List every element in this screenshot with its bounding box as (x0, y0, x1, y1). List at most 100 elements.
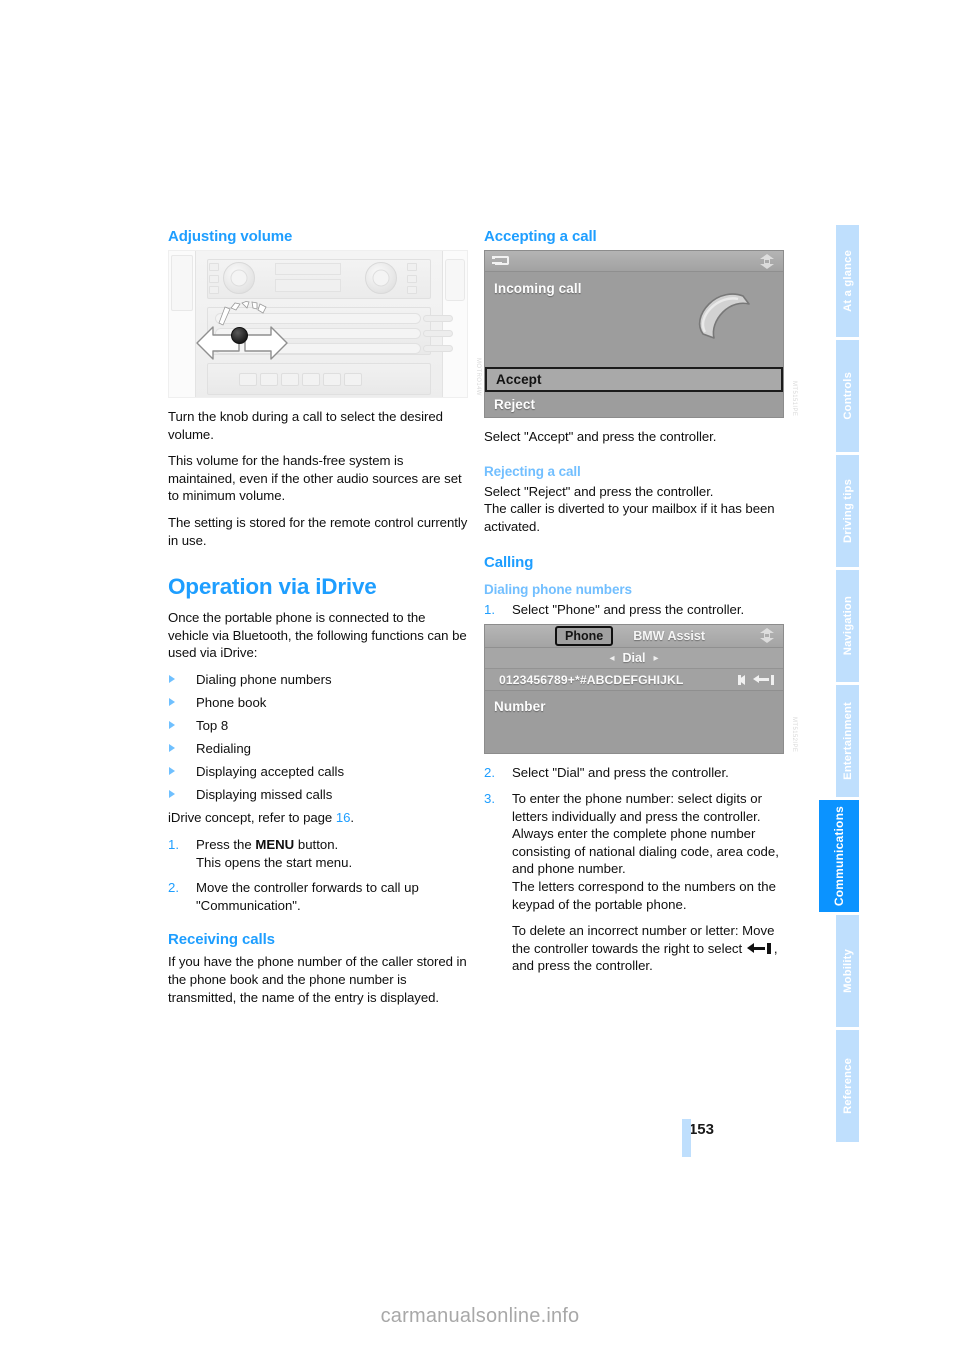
sidebar-item-navigation[interactable]: Navigation (836, 570, 859, 682)
manual-page: Adjusting volume MOTRO14W Turn the knob … (0, 0, 960, 1358)
left-column: Adjusting volume MOTRO14W Turn the knob … (168, 228, 481, 1015)
step-number: 2. (168, 880, 179, 896)
reject-option-row[interactable]: Reject (485, 392, 783, 417)
idrive-concept-prefix: iDrive concept, refer to page (168, 810, 336, 826)
sidebar-item-reference[interactable]: Reference (836, 1030, 859, 1142)
sidebar-item-mobility[interactable]: Mobility (836, 915, 859, 1027)
figure-code-dial-screen: MT5152IPE (791, 717, 797, 753)
list-item: 2. Select "Dial" and press the controlle… (484, 764, 784, 782)
delete-note-before: To delete an incorrect number or letter:… (512, 923, 775, 956)
bullet-triangle-icon (169, 697, 175, 706)
page-reference-link[interactable]: 16 (336, 810, 351, 825)
paragraph-turn-knob: Turn the knob during a call to select th… (168, 409, 443, 442)
number-label: Number (494, 699, 546, 715)
back-arrow-icon[interactable] (492, 255, 509, 267)
heading-accepting-a-call: Accepting a call (484, 228, 597, 245)
idrive-titlebar (485, 251, 783, 272)
sidebar-item-label: Reference (841, 1058, 854, 1114)
paragraph-setting-stored: The setting is stored for the remote con… (168, 514, 468, 548)
list-item: 2. Move the controller forwards to call … (168, 879, 468, 914)
number-entry-area[interactable]: Number (485, 691, 783, 754)
idrive-functions-list: Dialing phone numbers Phone book Top 8 R… (168, 671, 468, 804)
character-strip[interactable]: 0123456789+*#ABCDEFGHIJKL (499, 673, 683, 687)
step-text: Select "Dial" and press the controller. (512, 765, 729, 781)
bullet-triangle-icon (169, 790, 175, 799)
character-strip-row[interactable]: 0123456789+*#ABCDEFGHIJKL (485, 669, 783, 692)
heading-calling: Calling (484, 553, 534, 571)
backspace-icon (746, 942, 773, 954)
sidebar-item-communications[interactable]: Communications (819, 800, 859, 912)
idrive-dial-screen: Phone BMW Assist ◂ Dial ▸ 0123456789+*#A… (484, 624, 784, 755)
step-text-before: Press the (196, 836, 256, 852)
sidebar-item-label: Navigation (841, 596, 854, 656)
console-illustration (168, 250, 468, 398)
dialing-steps-list-part1: 1. Select "Phone" and press the controll… (484, 601, 784, 619)
list-item-label: Redialing (196, 741, 251, 757)
dial-selector-row[interactable]: ◂ Dial ▸ (485, 648, 783, 670)
list-item: Redialing (168, 740, 468, 758)
step-text: Move the controller forwards to call up … (196, 880, 419, 913)
list-item: Top 8 (168, 717, 468, 735)
list-item-label: Top 8 (196, 718, 229, 733)
sidebar-item-label: At a glance (841, 250, 854, 312)
list-item-label: Displaying accepted calls (196, 764, 345, 780)
figure-dial-screen: Phone BMW Assist ◂ Dial ▸ 0123456789+*#A… (484, 624, 797, 755)
sidebar-item-label: Controls (841, 372, 854, 420)
accept-option-row[interactable]: Accept (485, 367, 783, 392)
tab-phone[interactable]: Phone (555, 626, 614, 647)
paragraph-accept-instruction: Select "Accept" and press the controller… (484, 429, 717, 444)
heading-adjusting-volume: Adjusting volume (168, 228, 293, 245)
list-item: Dialing phone numbers (168, 671, 468, 689)
sidebar-item-at-a-glance[interactable]: At a glance (836, 225, 859, 337)
sidebar-item-entertainment[interactable]: Entertainment (836, 685, 859, 797)
step-number: 2. (484, 765, 495, 781)
chevron-left-icon[interactable]: ◂ (610, 653, 615, 664)
rotate-right-arrow-icon (244, 326, 288, 360)
idrive-incoming-body: Incoming call (485, 272, 783, 367)
list-item-label: Phone book (196, 694, 267, 710)
list-item: 3. To enter the phone number: select dig… (484, 790, 784, 913)
right-column: Accepting a call Incoming call Accept Re… (484, 228, 797, 983)
step-text-after: button. (294, 836, 339, 852)
heading-operation-via-idrive: Operation via iDrive (168, 574, 377, 600)
list-item: To delete an incorrect number or letter:… (484, 922, 784, 975)
figure-console-photo: MOTRO14W (168, 250, 481, 398)
sidebar-item-label: Mobility (841, 949, 854, 993)
paragraph-receiving-calls: If you have the phone number of the call… (168, 954, 467, 1005)
volume-knob-icon (231, 327, 248, 344)
reject-option-label: Reject (494, 397, 536, 412)
heading-rejecting-a-call: Rejecting a call (484, 463, 581, 479)
sidebar-item-controls[interactable]: Controls (836, 340, 859, 452)
step-number: 1. (168, 836, 179, 852)
backspace-icon[interactable] (753, 674, 775, 685)
list-item: Displaying accepted calls (168, 763, 468, 781)
page-number: 153 (688, 1121, 714, 1138)
split-screen-icon[interactable] (758, 627, 776, 644)
tab-bmw-assist[interactable]: BMW Assist (625, 628, 713, 644)
sidebar-item-driving-tips[interactable]: Driving tips (836, 455, 859, 567)
paragraph-volume-maintained: This volume for the hands-free system is… (168, 453, 462, 504)
list-item-label: Displaying missed calls (196, 787, 333, 803)
sidebar-item-label: Driving tips (841, 479, 854, 543)
menu-button-label: MENU (255, 836, 295, 852)
heading-receiving-calls: Receiving calls (168, 931, 275, 949)
page-number-bar (682, 1119, 691, 1157)
bullet-triangle-icon (169, 744, 175, 753)
cursor-left-icon[interactable] (738, 675, 745, 686)
dialing-steps-list-part2: 2. Select "Dial" and press the controlle… (484, 764, 784, 975)
hvac-left-knob-icon (223, 262, 255, 294)
idrive-concept-suffix: . (350, 810, 355, 826)
step-number: 3. (484, 790, 495, 806)
paragraph-idrive-intro: Once the portable phone is connected to … (168, 610, 467, 661)
list-item: 1. Select "Phone" and press the controll… (484, 601, 784, 619)
bullet-triangle-icon (169, 721, 175, 729)
phone-handset-icon (698, 293, 750, 339)
sidebar-chapter-tabs: At a glance Controls Driving tips Naviga… (819, 225, 859, 1155)
accept-option-label: Accept (496, 372, 542, 387)
paragraph-idrive-concept-ref: iDrive concept, refer to page 16. (168, 809, 468, 827)
split-screen-icon[interactable] (758, 253, 776, 270)
site-watermark: carmanualsonline.info (380, 1305, 580, 1327)
chevron-right-icon[interactable]: ▸ (653, 653, 658, 664)
idrive-tabbar: Phone BMW Assist (485, 625, 783, 649)
list-item-label: Dialing phone numbers (196, 671, 332, 687)
